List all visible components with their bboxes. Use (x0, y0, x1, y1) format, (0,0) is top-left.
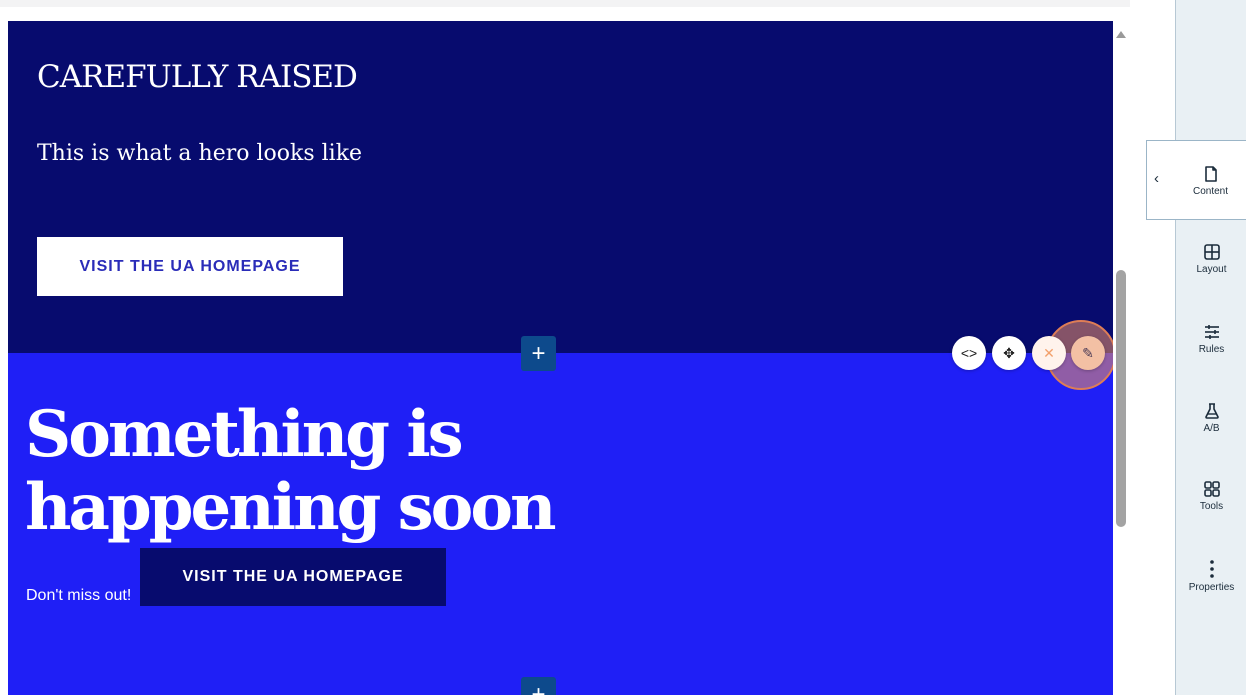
panel-gap (1130, 0, 1175, 695)
sidebar-item-rules[interactable]: Rules (1176, 308, 1246, 370)
editor-sidebar: Layout Rules A/B Tools Properties (1175, 0, 1246, 695)
close-icon: ✕ (1043, 344, 1055, 361)
editor-canvas: CAREFULLY RAISED This is what a hero loo… (0, 7, 1130, 695)
add-block-button[interactable]: + (521, 336, 556, 371)
scroll-up-arrow[interactable] (1116, 31, 1126, 38)
top-strip (0, 0, 1175, 7)
hero-subtitle: This is what a hero looks like (37, 141, 363, 166)
sidebar-item-label: Tools (1199, 501, 1224, 512)
promo-cta-button[interactable]: VISIT THE UA HOMEPAGE (140, 548, 446, 606)
add-block-button-bottom[interactable]: + (521, 677, 556, 695)
sidebar-item-label: A/B (1203, 423, 1220, 434)
hero-title: CAREFULLY RAISED (37, 59, 358, 95)
sidebar-item-content[interactable]: Content (1175, 150, 1246, 212)
layout-grid-icon (1203, 243, 1221, 261)
sliders-icon (1203, 323, 1221, 341)
sidebar-item-ab[interactable]: A/B (1176, 387, 1246, 449)
sidebar-item-properties[interactable]: Properties (1176, 545, 1246, 607)
promo-title: Something is happening soon (25, 397, 557, 545)
code-button[interactable]: <> (952, 336, 986, 370)
pencil-icon: ✎ (1082, 344, 1094, 361)
hero-block[interactable]: CAREFULLY RAISED This is what a hero loo… (8, 21, 1113, 353)
edit-button[interactable]: ✎ (1071, 336, 1105, 370)
page: CAREFULLY RAISED This is what a hero loo… (0, 0, 1246, 695)
sidebar-item-label: Rules (1198, 344, 1225, 355)
move-icon: ✥ (1003, 344, 1015, 361)
sidebar-item-tools[interactable]: Tools (1176, 465, 1246, 527)
sidebar-item-label: Content (1192, 186, 1229, 197)
flask-icon (1203, 402, 1221, 420)
document-icon (1202, 165, 1220, 183)
hero-cta-button[interactable]: VISIT THE UA HOMEPAGE (37, 237, 343, 296)
chevron-left-icon[interactable]: ‹ (1154, 170, 1159, 187)
apps-icon (1203, 480, 1221, 498)
sidebar-item-label: Layout (1196, 264, 1227, 275)
code-icon: <> (960, 345, 978, 361)
move-button[interactable]: ✥ (992, 336, 1026, 370)
sidebar-item-layout[interactable]: Layout (1176, 228, 1246, 290)
delete-button[interactable]: ✕ (1032, 336, 1066, 370)
promo-block[interactable]: Something is happening soon Don't miss o… (8, 353, 1113, 695)
sidebar-item-label: Properties (1188, 582, 1235, 593)
promo-text: Don't miss out! (26, 587, 132, 604)
more-vertical-icon (1203, 559, 1221, 579)
scroll-thumb[interactable] (1116, 270, 1126, 527)
